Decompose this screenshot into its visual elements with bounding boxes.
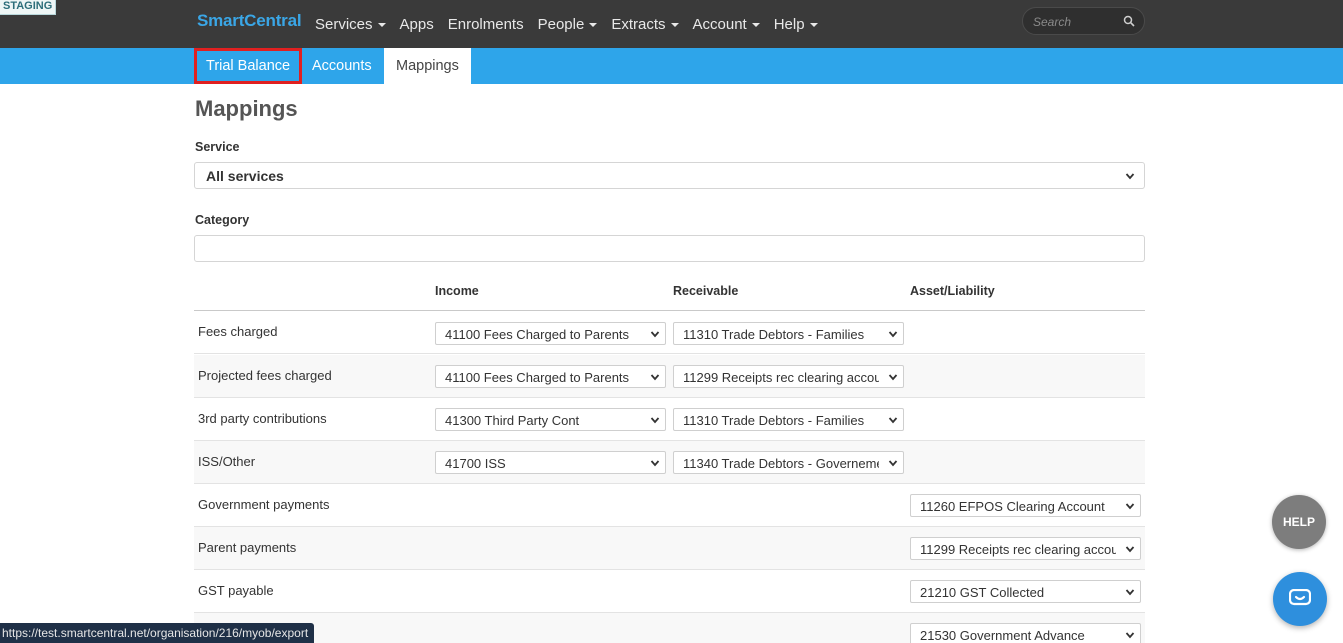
service-select-value: All services <box>206 168 284 184</box>
menu-account-label: Account <box>692 15 747 33</box>
caret-down-icon <box>589 22 598 27</box>
caret-down-icon <box>670 22 679 27</box>
receivable-select[interactable]: 11310 Trade Debtors - Families <box>673 322 904 345</box>
income-select-value: 41100 Fees Charged to Parents <box>445 370 630 385</box>
income-select[interactable]: 41100 Fees Charged to Parents <box>435 322 666 345</box>
asset-select-value: 21210 GST Collected <box>920 585 1045 600</box>
service-select[interactable]: All services <box>194 162 1145 189</box>
brand-logo[interactable]: SmartCentral <box>197 11 302 31</box>
search-icon[interactable] <box>1123 15 1135 27</box>
menu-people-label: People <box>537 15 585 33</box>
row-label: ISS/Other <box>198 454 256 469</box>
chevron-down-icon <box>650 460 660 467</box>
tab-mappings[interactable]: Mappings <box>384 48 471 84</box>
status-bar-url: https://test.smartcentral.net/organisati… <box>0 623 315 643</box>
header-income: Income <box>435 284 479 298</box>
asset-select[interactable]: 21530 Government Advance <box>910 623 1141 643</box>
caret-down-icon <box>377 22 386 27</box>
menu-extracts[interactable]: Extracts <box>611 15 679 33</box>
header-asset-liability: Asset/Liability <box>910 284 995 298</box>
table-row: Projected fees charged 41100 Fees Charge… <box>194 355 1145 398</box>
income-select-value: 41700 ISS <box>445 456 506 471</box>
chevron-down-icon <box>1125 546 1135 553</box>
receivable-select-value: 11310 Trade Debtors - Families <box>683 413 865 428</box>
chevron-down-icon <box>888 417 898 424</box>
chevron-down-icon <box>650 374 660 381</box>
income-select-value: 41100 Fees Charged to Parents <box>445 327 630 342</box>
top-navbar: SmartCentral Services Apps Enrolments Pe… <box>0 0 1343 48</box>
caret-down-icon <box>751 22 760 27</box>
asset-select-value: 21530 Government Advance <box>920 628 1085 643</box>
chevron-down-icon <box>650 331 660 338</box>
receivable-select-value: 11310 Trade Debtors - Families <box>683 327 865 342</box>
menu-apps-label: Apps <box>399 15 434 33</box>
table-row: Government payments 11260 EFPOS Clearing… <box>194 484 1145 527</box>
income-select[interactable]: 41300 Third Party Cont <box>435 408 666 431</box>
table-row: 3rd party contributions 41300 Third Part… <box>194 398 1145 441</box>
menu-apps[interactable]: Apps <box>400 16 434 33</box>
receivable-select-value: 11340 Trade Debtors - Governement <box>683 456 879 471</box>
service-label: Service <box>195 140 240 154</box>
table-row: Fees charged 41100 Fees Charged to Paren… <box>194 311 1145 354</box>
menu-enrolments[interactable]: Enrolments <box>448 16 524 33</box>
row-label: 3rd party contributions <box>198 411 327 426</box>
category-label: Category <box>195 213 250 227</box>
category-input[interactable] <box>194 235 1145 262</box>
receivable-select[interactable]: 11340 Trade Debtors - Governement <box>673 451 904 474</box>
search-box <box>1022 7 1145 35</box>
receivable-select[interactable]: 11299 Receipts rec clearing account <box>673 365 904 388</box>
menu-extracts-label: Extracts <box>611 15 666 33</box>
chat-icon <box>1289 589 1311 606</box>
chevron-down-icon <box>1125 503 1135 510</box>
tab-trial-balance[interactable]: Trial Balance <box>194 48 303 84</box>
menu-account[interactable]: Account <box>693 16 760 33</box>
staging-badge: STAGING <box>0 0 57 15</box>
page-title: Mappings <box>195 96 298 121</box>
chevron-down-icon <box>1125 173 1135 180</box>
asset-select-value: 11299 Receipts rec clearing account <box>920 542 1116 557</box>
row-label: Government payments <box>198 497 330 512</box>
chevron-down-icon <box>888 374 898 381</box>
header-receivable: Receivable <box>673 284 739 298</box>
asset-select[interactable]: 11299 Receipts rec clearing account <box>910 537 1141 560</box>
table-row: ISS/Other 41700 ISS 11340 Trade Debtors … <box>194 441 1145 484</box>
chevron-down-icon <box>888 460 898 467</box>
chevron-down-icon <box>1125 632 1135 639</box>
menu-services[interactable]: Services <box>315 16 386 33</box>
menu-help-label: Help <box>773 15 805 33</box>
tab-accounts[interactable]: Accounts <box>300 48 384 84</box>
row-label: GST payable <box>198 583 274 598</box>
row-label: Parent payments <box>198 540 297 555</box>
receivable-select[interactable]: 11310 Trade Debtors - Families <box>673 408 904 431</box>
income-select[interactable]: 41100 Fees Charged to Parents <box>435 365 666 388</box>
table-row: GST payable 21210 GST Collected <box>194 570 1145 613</box>
menu-help[interactable]: Help <box>774 16 818 33</box>
sub-navbar: Trial Balance Accounts Mappings <box>0 48 1343 84</box>
menu-people[interactable]: People <box>538 16 598 33</box>
income-select[interactable]: 41700 ISS <box>435 451 666 474</box>
main-menu: Services Apps Enrolments People Extracts… <box>315 0 832 48</box>
chevron-down-icon <box>888 331 898 338</box>
help-button[interactable]: HELP <box>1272 495 1326 549</box>
chevron-down-icon <box>650 417 660 424</box>
asset-select[interactable]: 11260 EFPOS Clearing Account <box>910 494 1141 517</box>
income-select-value: 41300 Third Party Cont <box>445 413 580 428</box>
menu-services-label: Services <box>315 15 373 33</box>
search-input[interactable] <box>1033 13 1118 30</box>
asset-select[interactable]: 21210 GST Collected <box>910 580 1141 603</box>
row-label: Projected fees charged <box>198 368 332 383</box>
menu-enrolments-label: Enrolments <box>447 15 524 33</box>
chevron-down-icon <box>1125 589 1135 596</box>
row-label: Fees charged <box>198 324 278 339</box>
caret-down-icon <box>809 22 818 27</box>
asset-select-value: 11260 EFPOS Clearing Account <box>920 499 1105 514</box>
receivable-select-value: 11299 Receipts rec clearing account <box>683 370 879 385</box>
chat-button[interactable] <box>1273 572 1327 626</box>
table-row: 21530 Government Advance <box>194 613 1145 643</box>
table-row: Parent payments 11299 Receipts rec clear… <box>194 527 1145 570</box>
